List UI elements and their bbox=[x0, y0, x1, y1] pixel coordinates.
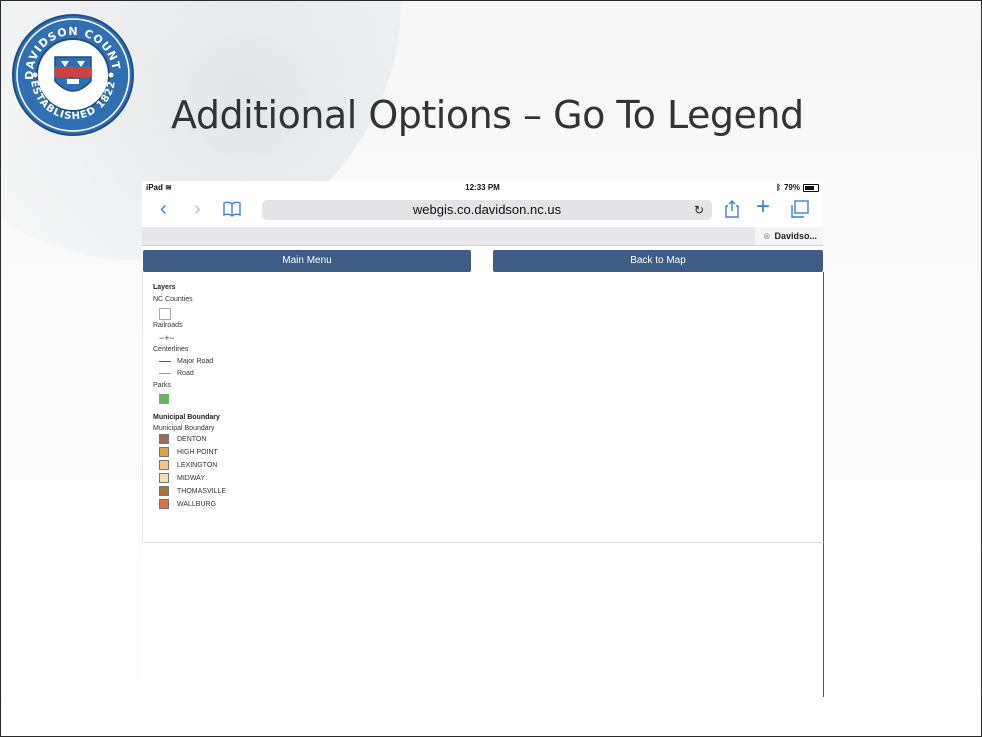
nav-button-row: Main Menu Back to Map bbox=[142, 250, 823, 272]
legend-item-municipality: MIDWAY bbox=[153, 472, 226, 485]
close-tab-icon[interactable]: ⊗ bbox=[763, 227, 771, 245]
legend-label-parks: Parks bbox=[153, 382, 171, 389]
legend-label-railroads: Railroads bbox=[153, 322, 183, 329]
legend-label-centerlines: Centerlines bbox=[153, 346, 189, 353]
layers-heading: Layers bbox=[153, 284, 176, 291]
tab-strip: ⊗ Davidso... bbox=[142, 227, 823, 246]
slide: DAVIDSON COUNTY ESTABLISHED 1822 Additio… bbox=[0, 0, 982, 737]
battery-percent: 79% bbox=[783, 183, 800, 192]
tabs-icon[interactable] bbox=[790, 200, 810, 218]
empty-page-area bbox=[142, 543, 824, 697]
major-road-line-icon bbox=[159, 360, 171, 362]
legend: Layers NC Counties Railroads −+− Centerl… bbox=[153, 282, 226, 511]
road-line-icon bbox=[159, 372, 171, 374]
municipality-swatch bbox=[159, 434, 169, 445]
safari-toolbar: ‹ › webgis.co.davidson.nc.us ↻ + bbox=[142, 195, 823, 225]
legend-item-municipality: DENTON bbox=[153, 433, 226, 446]
municipality-swatch bbox=[159, 460, 169, 471]
address-bar[interactable]: webgis.co.davidson.nc.us ↻ bbox=[262, 200, 712, 220]
battery-status: ᛒ 79% bbox=[776, 183, 819, 192]
municipal-heading: Municipal Boundary bbox=[153, 414, 220, 421]
battery-icon bbox=[803, 183, 819, 192]
legend-item-municipality: WALLBURG bbox=[153, 498, 226, 511]
legend-label-nc-counties: NC Counties bbox=[153, 296, 193, 303]
browser-tab[interactable]: ⊗ Davidso... bbox=[755, 227, 823, 245]
share-icon[interactable] bbox=[724, 199, 740, 219]
municipality-swatch bbox=[159, 447, 169, 458]
railroad-symbol-icon: −+− bbox=[159, 333, 175, 343]
tab-title: Davidso... bbox=[774, 231, 817, 241]
legend-item-municipality: HIGH POINT bbox=[153, 446, 226, 459]
ipad-screenshot: iPad ≋ 12:33 PM ᛒ 79% ‹ › webgis.co.davi… bbox=[142, 181, 824, 697]
back-to-map-button[interactable]: Back to Map bbox=[493, 250, 823, 272]
nc-counties-swatch bbox=[159, 308, 171, 320]
bluetooth-icon: ᛒ bbox=[776, 183, 781, 192]
parks-swatch bbox=[159, 394, 169, 404]
forward-arrow-icon[interactable]: › bbox=[194, 199, 201, 219]
legend-panel: Layers NC Counties Railroads −+− Centerl… bbox=[142, 272, 824, 543]
legend-item-major-road: Major Road bbox=[153, 356, 226, 368]
new-tab-icon[interactable]: + bbox=[756, 195, 770, 219]
clock: 12:33 PM bbox=[465, 183, 500, 192]
legend-item-road: Road bbox=[153, 368, 226, 380]
municipality-swatch bbox=[159, 499, 169, 510]
municipality-swatch bbox=[159, 473, 169, 484]
legend-item-municipality: LEXINGTON bbox=[153, 459, 226, 472]
status-bar: iPad ≋ 12:33 PM ᛒ 79% bbox=[142, 181, 823, 195]
url-text: webgis.co.davidson.nc.us bbox=[412, 202, 562, 217]
legend-item-municipality: THOMASVILLE bbox=[153, 485, 226, 498]
bookmarks-icon[interactable] bbox=[222, 201, 242, 217]
slide-title: Additional Options – Go To Legend bbox=[171, 93, 804, 137]
back-arrow-icon[interactable]: ‹ bbox=[160, 199, 167, 219]
county-seal-logo: DAVIDSON COUNTY ESTABLISHED 1822 bbox=[9, 11, 134, 136]
main-menu-button[interactable]: Main Menu bbox=[143, 250, 471, 272]
reload-icon[interactable]: ↻ bbox=[694, 200, 704, 220]
municipality-swatch bbox=[159, 486, 169, 497]
municipal-subheading: Municipal Boundary bbox=[153, 425, 215, 432]
